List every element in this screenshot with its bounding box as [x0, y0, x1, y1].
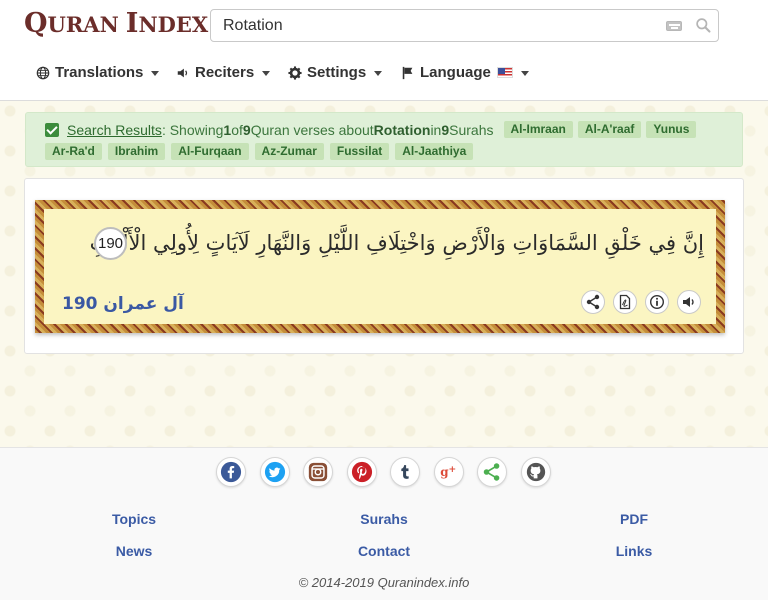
surah-name: آل عمران	[103, 294, 184, 314]
count-shown: 1	[223, 121, 232, 138]
reference-number: 190	[62, 294, 98, 314]
surah-tag[interactable]: Al-Furqaan	[171, 143, 249, 160]
menu-settings-label: Settings	[307, 64, 367, 81]
caret-down-icon	[151, 71, 160, 76]
pinterest-icon	[351, 461, 372, 483]
logo-text-q: Q	[24, 8, 48, 39]
logo-text-ndex: NDEX	[138, 12, 209, 37]
google-plus-icon: g +	[440, 464, 456, 479]
svg-text:+: +	[448, 464, 456, 475]
gear-icon	[288, 65, 302, 80]
pdf-button[interactable]	[613, 290, 637, 314]
flag-icon	[402, 66, 413, 79]
menu-language-label: Language	[420, 64, 491, 81]
logo-text-i: I	[125, 8, 139, 39]
tumblr-button[interactable]	[390, 457, 420, 487]
github-button[interactable]	[520, 457, 551, 487]
ayah-number-badge: 190	[94, 227, 127, 260]
surah-tag[interactable]: Ar-Ra'd	[45, 143, 102, 160]
volume-icon	[177, 68, 188, 77]
search-results-link[interactable]: Search Results	[67, 122, 162, 138]
footer-link-topics[interactable]: Topics	[74, 511, 194, 527]
us-flag-icon	[496, 67, 513, 78]
surah-tag[interactable]: Yunus	[646, 121, 697, 138]
surah-tags-row: Ar-Ra'd Ibrahim Al-Furqaan Az-Zumar Fuss…	[45, 143, 479, 160]
verse-frame: إِنَّ فِي خَلْقِ السَّمَاوَاتِ وَالْأَرْ…	[35, 200, 725, 333]
surah-count: 9	[441, 121, 450, 138]
share-icon	[586, 294, 600, 310]
info-button[interactable]	[645, 290, 669, 314]
instagram-icon	[308, 462, 328, 482]
caret-down-icon	[374, 71, 383, 76]
surah-tag[interactable]: Az-Zumar	[254, 143, 324, 160]
site-header: Q URAN I NDEX Translations	[0, 0, 768, 101]
menu-reciters[interactable]: Reciters	[176, 64, 271, 81]
surah-tag[interactable]: Al-Jaathiya	[395, 143, 474, 160]
site-footer: g + Topics Surahs PDF News Contact Links …	[0, 447, 768, 600]
globe-icon	[36, 66, 50, 79]
pdf-icon	[619, 294, 631, 310]
footer-link-contact[interactable]: Contact	[324, 543, 444, 559]
audio-icon	[683, 297, 694, 307]
verse-reference[interactable]: آل عمران 190	[56, 294, 184, 314]
search-query: Rotation	[373, 121, 431, 138]
tumblr-icon	[401, 465, 409, 479]
google-plus-button[interactable]: g +	[433, 457, 464, 487]
caret-down-icon	[262, 71, 271, 76]
menu-translations-label: Translations	[55, 64, 144, 81]
footer-link-news[interactable]: News	[74, 543, 194, 559]
audio-button[interactable]	[677, 290, 701, 314]
footer-link-surahs[interactable]: Surahs	[324, 511, 444, 527]
twitter-button[interactable]	[259, 457, 290, 487]
menu-reciters-label: Reciters	[195, 64, 255, 81]
menu-language[interactable]: Language	[401, 64, 529, 81]
facebook-icon	[220, 461, 242, 483]
menu-translations[interactable]: Translations	[36, 64, 160, 81]
footer-link-links[interactable]: Links	[574, 543, 694, 559]
share-button[interactable]	[581, 290, 605, 314]
search-icon[interactable]	[695, 17, 712, 34]
share-icon	[483, 463, 500, 481]
social-links: g +	[216, 457, 564, 487]
search-input[interactable]	[211, 10, 651, 41]
search-box	[210, 9, 719, 42]
twitter-icon	[264, 461, 285, 483]
logo-text-uran: URAN	[47, 12, 119, 37]
search-results-alert: Search Results : Showing 1 of 9 Quran ve…	[25, 112, 743, 167]
surah-tag[interactable]: Fussilat	[329, 143, 390, 160]
keyboard-icon[interactable]	[666, 21, 682, 31]
share-button[interactable]	[477, 457, 507, 487]
copyright-text: © 2014-2019 Quranindex.info	[298, 575, 470, 590]
menu-settings[interactable]: Settings	[288, 64, 383, 81]
pinterest-button[interactable]	[346, 457, 377, 487]
count-total: 9	[242, 121, 251, 138]
instagram-button[interactable]	[303, 457, 333, 487]
results-summary: Search Results : Showing 1 of 9 Quran ve…	[45, 121, 701, 138]
verse-actions	[581, 290, 709, 314]
github-icon	[526, 462, 545, 482]
surah-tag[interactable]: Al-A'raaf	[577, 121, 642, 138]
site-logo[interactable]: Q URAN I NDEX	[24, 8, 233, 39]
info-icon	[649, 294, 665, 310]
facebook-button[interactable]	[216, 457, 246, 487]
surah-tag[interactable]: Ibrahim	[107, 143, 166, 160]
footer-link-pdf[interactable]: PDF	[574, 511, 694, 527]
caret-down-icon	[520, 71, 529, 76]
check-icon	[45, 122, 59, 137]
verse-card: إِنَّ فِي خَلْقِ السَّمَاوَاتِ وَالْأَرْ…	[24, 178, 744, 354]
verse-arabic-text: إِنَّ فِي خَلْقِ السَّمَاوَاتِ وَالْأَرْ…	[89, 231, 704, 255]
surah-tag[interactable]: Al-Imraan	[503, 121, 573, 138]
